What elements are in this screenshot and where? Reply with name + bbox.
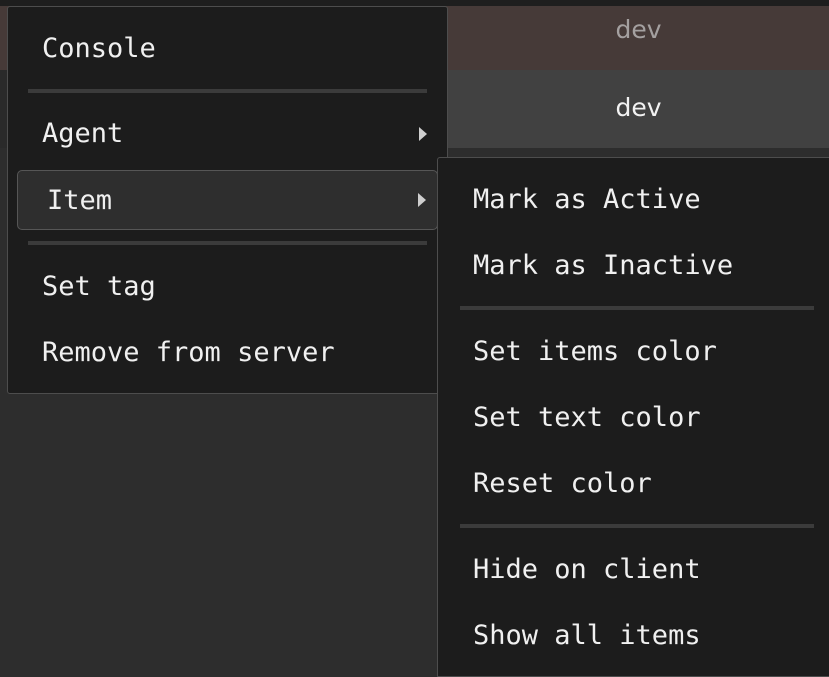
submenu-item-mark-inactive[interactable]: Mark as Inactive <box>438 236 829 296</box>
menu-separator <box>28 89 427 93</box>
menu-separator <box>28 241 427 245</box>
submenu-item-set-items-color[interactable]: Set items color <box>438 322 829 382</box>
menu-item-label: Set items color <box>473 336 717 367</box>
menu-item-console[interactable]: Console <box>8 19 447 79</box>
submenu-item-hide-on-client[interactable]: Hide on client <box>438 540 829 600</box>
table-cell: dev <box>615 93 662 122</box>
submenu-item-set-text-color[interactable]: Set text color <box>438 388 829 448</box>
menu-item-label: Agent <box>42 118 124 149</box>
menu-separator <box>460 524 814 528</box>
submenu-item-reset-color[interactable]: Reset color <box>438 454 829 514</box>
menu-item-label: Mark as Active <box>473 184 701 215</box>
chevron-right-icon <box>418 193 426 207</box>
menu-item-label: Console <box>42 33 156 64</box>
menu-item-item[interactable]: Item <box>17 170 438 230</box>
chevron-right-icon <box>419 127 427 141</box>
menu-item-remove-from-server[interactable]: Remove from server <box>8 323 447 383</box>
table-cell: dev <box>615 15 662 44</box>
menu-separator <box>460 306 814 310</box>
menu-item-agent[interactable]: Agent <box>8 104 447 164</box>
context-menu: Console Agent Item Set tag Remove from s… <box>7 6 448 394</box>
menu-item-label: Reset color <box>473 468 652 499</box>
submenu-item-mark-active[interactable]: Mark as Active <box>438 170 829 230</box>
item-submenu: Mark as Active Mark as Inactive Set item… <box>437 157 829 677</box>
menu-item-label: Item <box>47 185 113 216</box>
submenu-item-show-all-items[interactable]: Show all items <box>438 606 829 666</box>
menu-item-label: Remove from server <box>42 337 335 368</box>
menu-item-set-tag[interactable]: Set tag <box>8 257 447 317</box>
menu-item-label: Hide on client <box>473 554 701 585</box>
menu-item-label: Show all items <box>473 620 701 651</box>
menu-item-label: Set text color <box>473 402 701 433</box>
menu-item-label: Mark as Inactive <box>473 250 734 281</box>
menu-item-label: Set tag <box>42 271 156 302</box>
